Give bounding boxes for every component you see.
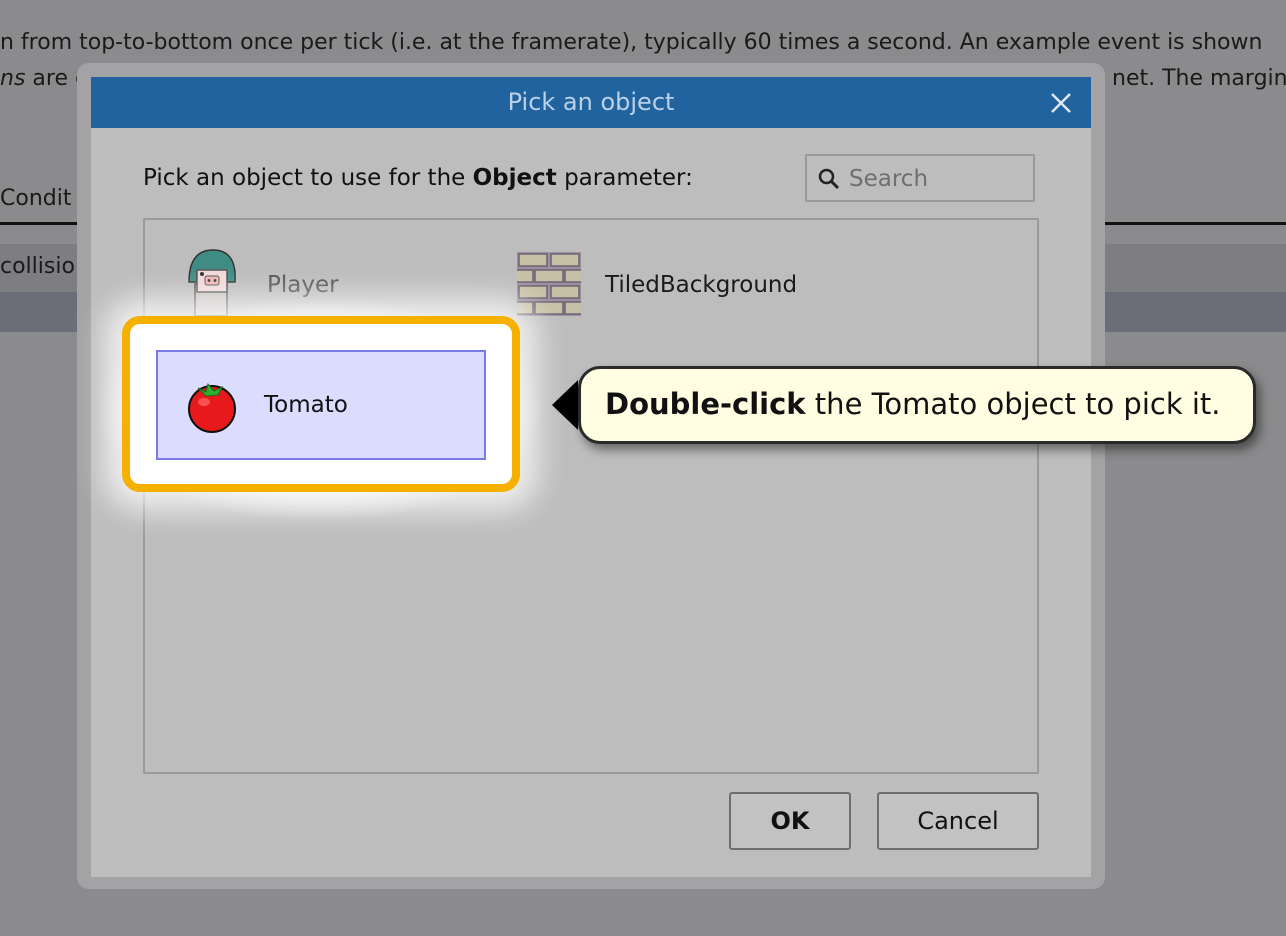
tomato-icon [188,382,236,433]
background-text-right: net. The margin [1112,66,1286,91]
object-label-player: Player [267,272,339,298]
search-box[interactable] [805,154,1035,202]
dialog-title: Pick an object [507,88,675,116]
search-input[interactable] [849,162,1029,196]
object-label-tomato: Tomato [264,392,348,418]
background-condition-cell: collisio [0,254,75,279]
ok-button[interactable]: OK [729,792,851,850]
close-button[interactable] [1041,83,1081,123]
background-text-line-2: ns are c [0,66,87,91]
background-italic-text: ns [0,66,26,91]
dialog-titlebar: Pick an object [91,77,1091,128]
tooltip-instruction: the Tomato object to pick it. [805,387,1221,421]
background-text-line-1: n from top-to-bottom once per tick (i.e.… [0,30,1263,55]
background-conditions-header: Condit [0,186,72,211]
tooltip-pointer [552,380,578,430]
dialog-prompt: Pick an object to use for the Object par… [143,165,693,191]
object-label-tiledbackground: TiledBackground [605,272,798,298]
search-icon [818,168,840,190]
tooltip-action: Double-click [605,387,806,421]
prompt-parameter-name: Object [472,165,557,191]
tutorial-tooltip: Double-click the Tomato object to pick i… [578,366,1256,444]
tooltip-text: Double-click the Tomato object to pick i… [605,387,1221,421]
prompt-suffix: parameter: [556,165,693,191]
cancel-button[interactable]: Cancel [877,792,1039,850]
prompt-prefix: Pick an object to use for the [143,165,473,191]
object-item-tiledbackground[interactable]: TiledBackground [517,252,837,322]
close-icon [1051,93,1071,113]
brick-tile-icon [517,252,581,316]
object-item-tomato[interactable]: Tomato [156,350,486,460]
